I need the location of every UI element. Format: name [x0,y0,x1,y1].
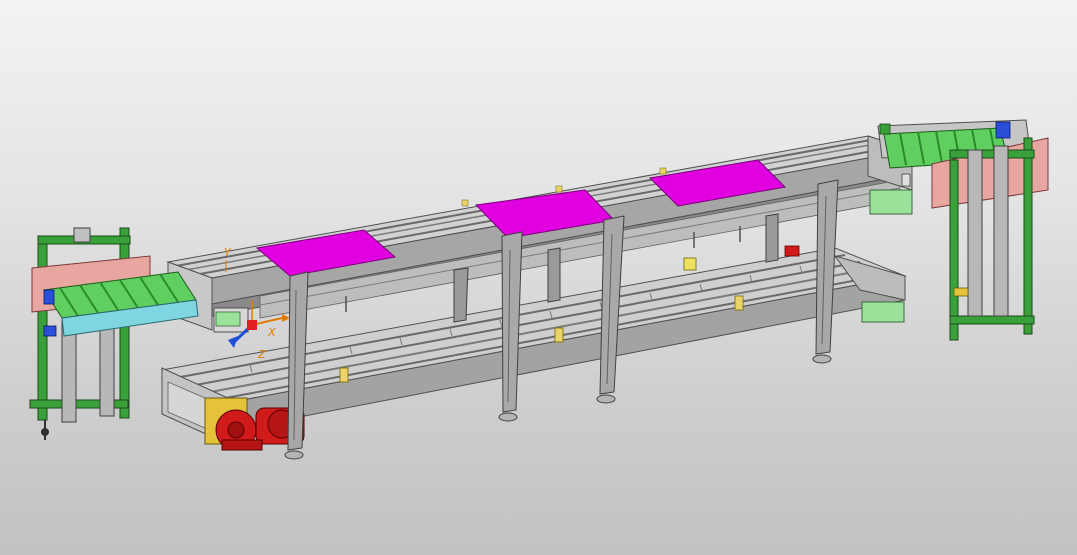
conveyor-assembly-model[interactable]: Y X Z [0,0,1077,555]
triad-origin-icon [247,320,257,330]
cad-viewport[interactable]: Y X Z [0,0,1077,555]
triad-x-arrow-icon [282,314,290,322]
triad-x-label: X [267,326,276,339]
triad-z-arrow-icon [228,336,238,348]
triad-z-label: Z [257,348,266,361]
